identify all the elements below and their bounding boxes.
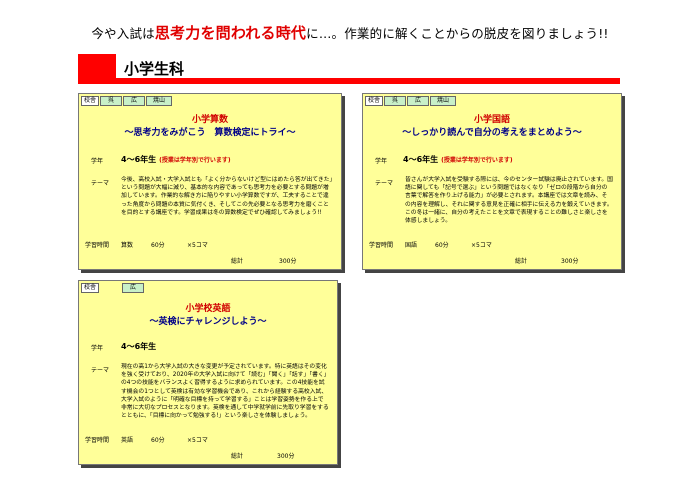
- total-label: 総計: [231, 258, 244, 265]
- headline-highlight: 思考力を問われる時代: [154, 24, 307, 42]
- grade-note: (授業は学年別で行います): [159, 157, 231, 164]
- campus-tag-label: 校舎: [81, 283, 99, 293]
- course-card-japanese: 校舎 呉 広 焼山 小学国語 ～しっかり読んで自分の考えをまとめよう～ 学年 4…: [362, 93, 622, 270]
- campus-tag-label: 校舎: [365, 96, 383, 106]
- grade-label: 学年: [91, 345, 104, 352]
- campus-tag: 呉: [384, 96, 406, 106]
- theme-text: 皆さんが大学入試を受験する際には、今のセンター試験は廃止されています。国語に関し…: [405, 177, 613, 225]
- theme-label: テーマ: [375, 180, 394, 187]
- course-title: 小学校英語: [185, 304, 231, 314]
- study-time-label: 学習時間: [85, 242, 110, 249]
- session-count: ×5コマ: [471, 242, 492, 249]
- grade-note: (授業は学年別で行います): [441, 157, 513, 164]
- study-time-label: 学習時間: [369, 242, 394, 249]
- campus-tags: 校舎 呉 広 焼山: [81, 96, 172, 106]
- study-time-label: 学習時間: [85, 437, 110, 444]
- section-title: 小学生科: [124, 60, 185, 78]
- theme-text: 現在の高1から大学入試の大きな変更が予定されています。特に英語はその変化を強く受…: [121, 364, 329, 420]
- page-headline: 今や入試は思考力を問われる時代に…。作業的に解くことからの脱皮を図りましょう!!: [0, 22, 700, 43]
- session-count: ×5コマ: [187, 242, 208, 249]
- grade-label: 学年: [375, 158, 388, 165]
- total-label: 総計: [515, 258, 528, 265]
- grade-text: 4～6年生: [403, 155, 439, 164]
- course-subtitle: ～英検にチャレンジしよう～: [149, 317, 267, 327]
- course-subtitle: ～思考力をみがこう 算数検定にトライ～: [124, 128, 296, 138]
- theme-label: テーマ: [91, 367, 110, 374]
- theme-text: 今後、高校入試・大学入試とも「よく分からないけど型にはめたら答が出てきた」という…: [121, 177, 333, 216]
- campus-tag-label: 校舎: [81, 96, 99, 106]
- total-minutes: 300分: [561, 258, 579, 265]
- section-red-rule: [116, 78, 620, 84]
- campus-tag: 広: [407, 96, 429, 106]
- course-card-english: 校舎 広 小学校英語 ～英検にチャレンジしよう～ 学年 4～6年生 テーマ 現在…: [78, 280, 338, 465]
- subject-name: 算数: [121, 242, 134, 249]
- subject-name: 英語: [121, 437, 134, 444]
- total-label: 総計: [231, 453, 244, 460]
- course-subtitle: ～しっかり読んで自分の考えをまとめよう～: [402, 128, 582, 138]
- total-minutes: 300分: [279, 258, 297, 265]
- headline-suffix: に…。作業的に解くことからの脱皮を図りましょう!!: [306, 26, 609, 41]
- session-count: ×5コマ: [187, 437, 208, 444]
- total-minutes: 300分: [277, 453, 295, 460]
- campus-tag: 焼山: [430, 96, 456, 106]
- course-card-math: 校舎 呉 広 焼山 小学算数 ～思考力をみがこう 算数検定にトライ～ 学年 4～…: [78, 93, 342, 270]
- campus-tag: 焼山: [146, 96, 172, 106]
- course-title: 小学国語: [473, 115, 510, 125]
- minutes-per-session: 60分: [151, 437, 165, 444]
- minutes-per-session: 60分: [151, 242, 165, 249]
- campus-tag: 広: [122, 283, 144, 293]
- section-red-block: [78, 54, 116, 84]
- campus-tags: 校舎 呉 広 焼山: [365, 96, 456, 106]
- campus-tag: 広: [123, 96, 145, 106]
- grade-value: 4～6年生: [121, 341, 159, 352]
- theme-label: テーマ: [91, 180, 110, 187]
- grade-text: 4～6年生: [121, 155, 157, 164]
- grade-value: 4～6年生 (授業は学年別で行います): [121, 154, 231, 165]
- course-title: 小学算数: [191, 115, 228, 125]
- campus-tag: 呉: [100, 96, 122, 106]
- section-header: 小学生科: [78, 52, 620, 86]
- grade-value: 4～6年生 (授業は学年別で行います): [403, 154, 513, 165]
- subject-name: 国語: [405, 242, 418, 249]
- headline-prefix: 今や入試は: [91, 26, 155, 41]
- grade-label: 学年: [91, 158, 104, 165]
- campus-tags: 校舎 広: [81, 283, 144, 293]
- grade-text: 4～6年生: [121, 342, 157, 351]
- minutes-per-session: 60分: [435, 242, 449, 249]
